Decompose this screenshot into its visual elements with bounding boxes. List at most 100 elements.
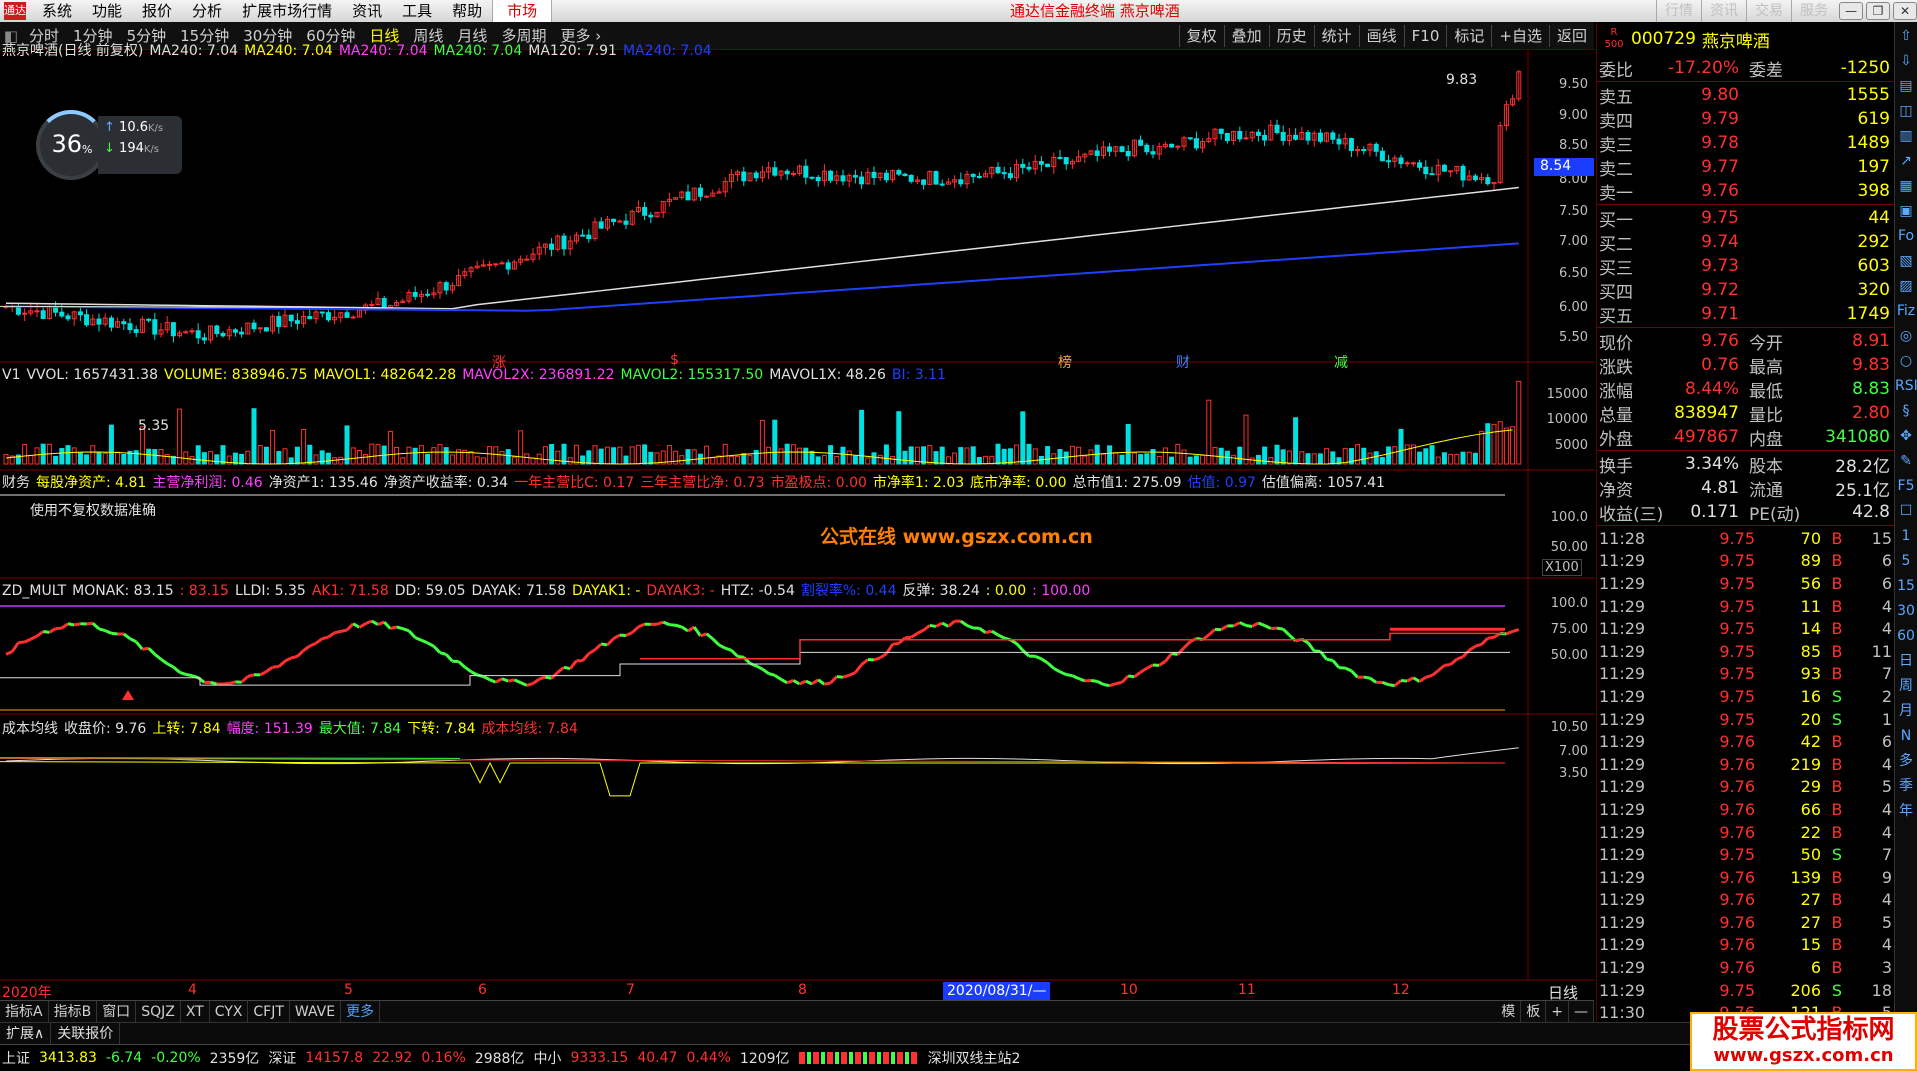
menu-right-item[interactable]: 行情 [1656,0,1701,22]
tab-more[interactable]: 更多 [341,1000,381,1023]
side-tool-icon[interactable]: ▤ [1895,75,1917,97]
menu-item[interactable]: 扩展市场行情 [232,0,342,22]
side-tool-icon[interactable]: 1 [1895,525,1917,547]
side-tool-icon[interactable]: ⇧ [1895,25,1917,47]
candle-body [108,317,114,328]
zd-oscillator-segment [396,625,404,631]
zd-oscillator-segment [147,647,156,656]
side-tool-icon[interactable]: F5 [1895,475,1917,497]
indicator-tab[interactable]: 窗口 [97,1000,137,1023]
toolbar-button[interactable]: F10 [1403,24,1447,47]
toolbar-button[interactable]: 画线 [1358,24,1404,47]
tab-right-button[interactable]: + [1546,1000,1569,1023]
volume-bar [586,450,592,465]
side-tool-icon[interactable]: § [1895,400,1917,422]
volume-bar [673,450,679,465]
side-tool-icon[interactable]: ▨ [1895,275,1917,297]
side-tool-icon[interactable]: 30 [1895,600,1917,622]
side-tool-icon[interactable]: ☐ [1895,500,1917,522]
event-marker[interactable]: $ [670,352,679,368]
selected-date: 2020/08/31/— [943,982,1051,1000]
side-tool-icon[interactable]: 日 [1895,650,1917,672]
tab-right-button[interactable]: 模 [1496,1000,1522,1023]
candle-body [350,316,356,319]
side-tool-icon[interactable]: 15 [1895,575,1917,597]
toolbar-button[interactable]: 复权 [1178,24,1224,47]
side-tool-icon[interactable]: ▦ [1895,175,1917,197]
side-tool-icon[interactable]: ◫ [1895,100,1917,122]
server-name[interactable]: 深圳双线主站2 [928,1048,1021,1068]
level-volume: 603 [1857,256,1890,276]
side-tool-icon[interactable]: ▧ [1895,250,1917,272]
side-tool-icon[interactable]: 5 [1895,550,1917,572]
indicator-tab[interactable]: WAVE [290,1000,342,1023]
chart-canvas[interactable] [0,50,1594,988]
volume-bar [375,444,381,465]
menu-item[interactable]: 工具 [392,0,442,22]
menu-item[interactable]: 分析 [182,0,232,22]
side-tool-icon[interactable]: ↗ [1895,150,1917,172]
side-tool-icon[interactable]: 季 [1895,775,1917,797]
menu-right-item[interactable]: 服务 [1791,0,1836,22]
zd-oscillator-segment [1468,644,1477,652]
close-button[interactable]: ✕ [1893,2,1917,20]
side-tool-icon[interactable]: 周 [1895,675,1917,697]
toolbar-button[interactable]: 标记 [1446,24,1491,47]
toolbar-button[interactable]: +自选 [1491,24,1549,47]
menu-right-item[interactable]: 资讯 [1701,0,1746,22]
side-tool-icon[interactable]: 年 [1895,800,1917,822]
event-marker[interactable]: 榜 [1058,352,1072,372]
tick-time: 11:29 [1599,686,1646,706]
chart-area[interactable]: 燕京啤酒(日线 前复权) MA240: 7.04 MA240: 7.04 MA240… [0,43,1594,1002]
side-tool-icon[interactable]: 60 [1895,625,1917,647]
tab-right-button[interactable]: 板 [1521,1000,1547,1023]
side-tool-icon[interactable]: ⇩ [1895,50,1917,72]
menu-item[interactable]: 系统 [32,0,82,22]
side-tool-icon[interactable]: 多 [1895,750,1917,772]
menu-item[interactable]: 报价 [132,0,182,22]
volume-bar [902,450,908,465]
tick-time: 11:29 [1599,596,1646,616]
side-tool-icon[interactable]: ✥ [1895,425,1917,447]
toolbar-button[interactable]: 叠加 [1223,24,1269,47]
menu-item[interactable]: 功能 [82,0,132,22]
expand-tab[interactable]: 扩展∧ [0,1022,52,1045]
restore-button[interactable]: ❐ [1866,2,1890,20]
market-menu[interactable]: 市场 [492,0,553,22]
side-tool-icon[interactable]: ○ [1895,350,1917,372]
tab-right-button[interactable]: — [1569,1000,1594,1023]
toolbar-button[interactable]: 统计 [1313,24,1359,47]
minimize-button[interactable]: — [1839,2,1863,20]
tick-volume: 14 [1800,619,1821,639]
download-arrow-icon: ↓ [104,141,115,156]
menu-right-item[interactable]: 交易 [1746,0,1791,22]
side-tool-icon[interactable]: RSI [1895,375,1917,397]
indicator-tab[interactable]: CFJT [248,1000,290,1023]
toolbar-button[interactable]: 返回 [1548,24,1594,47]
tick-list[interactable]: 11:28 9.75 70 B 15 11:29 9.75 89 B 6 11:29 9.75 56 B 6… [1597,527,1894,1024]
volume-bar [71,447,77,465]
side-tool-icon[interactable]: 月 [1895,700,1917,722]
side-tool-icon[interactable]: ◎ [1895,325,1917,347]
toolbar-button[interactable]: 历史 [1268,24,1314,47]
side-tool-icon[interactable]: ▣ [1895,200,1917,222]
menu-item[interactable]: 帮助 [442,0,492,22]
side-tool-icon[interactable]: ▥ [1895,125,1917,147]
side-tool-icon[interactable]: ✎ [1895,450,1917,472]
zd-oscillator-segment [197,676,206,684]
indicator-tab[interactable]: 指标A [0,1000,49,1023]
indicator-tab[interactable]: 指标B [49,1000,98,1023]
indicator-tab[interactable]: CYX [210,1000,249,1023]
menu-item[interactable]: 资讯 [342,0,392,22]
side-tool-icon[interactable]: Fo [1895,225,1917,247]
indicator-tab[interactable]: XT [181,1000,210,1023]
event-marker[interactable]: 财 [1176,352,1190,372]
event-marker[interactable]: 涨 [492,352,506,372]
indicator-tab[interactable]: SQJZ [136,1000,181,1023]
event-marker[interactable]: 减 [1334,352,1348,372]
side-tool-icon[interactable]: N [1895,725,1917,747]
tick-volume: 29 [1800,777,1821,797]
expand-tab[interactable]: 关联报价 [51,1022,121,1045]
tick-time: 11:29 [1599,912,1646,932]
side-tool-icon[interactable]: Fiz [1895,300,1917,322]
